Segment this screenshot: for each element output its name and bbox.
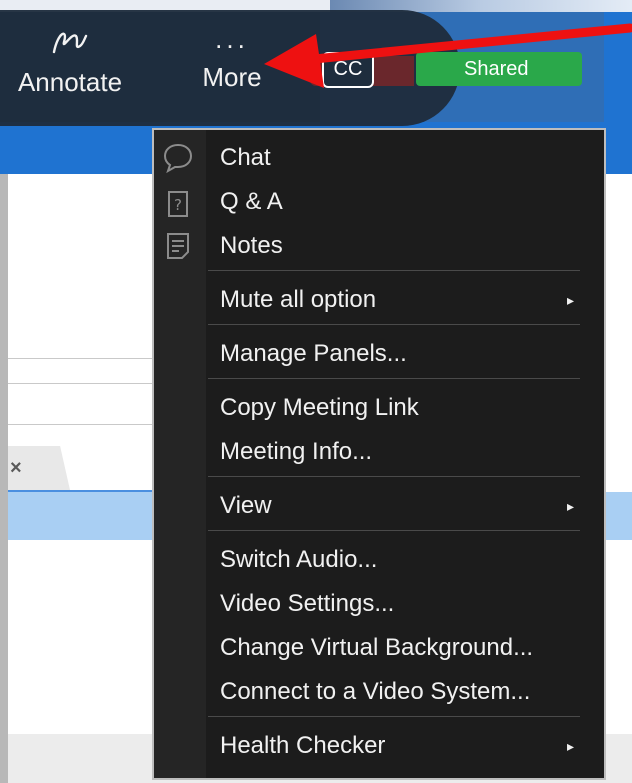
annotate-button[interactable]: Annotate xyxy=(6,22,134,98)
divider-line xyxy=(8,383,158,384)
menu-item-mute-all[interactable]: Mute all option ▸ xyxy=(220,280,590,320)
more-options-menu: ? Chat Q & A Notes Mute all option ▸ Man… xyxy=(152,128,606,780)
notes-icon xyxy=(167,233,189,259)
menu-item-health-checker[interactable]: Health Checker ▸ xyxy=(220,726,590,766)
menu-item-view[interactable]: View ▸ xyxy=(220,486,590,526)
submenu-arrow-icon: ▸ xyxy=(566,292,574,308)
menu-item-mute-all-label: Mute all option xyxy=(220,286,377,313)
menu-item-notes[interactable]: Notes xyxy=(220,226,590,266)
menu-separator xyxy=(208,324,580,325)
question-icon: ? xyxy=(168,191,188,217)
menu-item-video-system[interactable]: Connect to a Video System... xyxy=(220,672,590,712)
submenu-arrow-icon: ▸ xyxy=(566,738,574,754)
menu-separator xyxy=(208,476,580,477)
chat-icon xyxy=(163,143,193,174)
svg-text:?: ? xyxy=(174,196,182,214)
annotate-label: Annotate xyxy=(17,67,123,97)
submenu-arrow-icon: ▸ xyxy=(566,498,574,514)
tab-close-icon[interactable]: × xyxy=(10,457,22,480)
menu-separator xyxy=(208,270,580,271)
menu-item-chat[interactable]: Chat xyxy=(220,138,590,178)
menu-item-meeting-info[interactable]: Meeting Info... xyxy=(220,432,590,472)
menu-separator xyxy=(208,530,580,531)
menu-item-health-checker-label: Health Checker xyxy=(220,732,386,759)
annotate-icon xyxy=(52,32,88,54)
divider-line xyxy=(8,358,158,359)
left-edge xyxy=(0,174,8,783)
menu-item-view-label: View xyxy=(220,492,272,519)
divider-line xyxy=(8,424,158,425)
red-arrow-annotation xyxy=(264,23,632,88)
menu-item-video-settings[interactable]: Video Settings... xyxy=(220,584,590,624)
menu-item-virtual-background[interactable]: Change Virtual Background... xyxy=(220,628,590,668)
menu-item-switch-audio[interactable]: Switch Audio... xyxy=(220,540,590,580)
menu-item-copy-meeting-link[interactable]: Copy Meeting Link xyxy=(220,388,590,428)
menu-icon-column xyxy=(154,130,206,778)
menu-item-qa[interactable]: Q & A xyxy=(220,182,590,222)
menu-separator xyxy=(208,378,580,379)
menu-separator xyxy=(208,716,580,717)
menu-item-manage-panels[interactable]: Manage Panels... xyxy=(220,334,590,374)
